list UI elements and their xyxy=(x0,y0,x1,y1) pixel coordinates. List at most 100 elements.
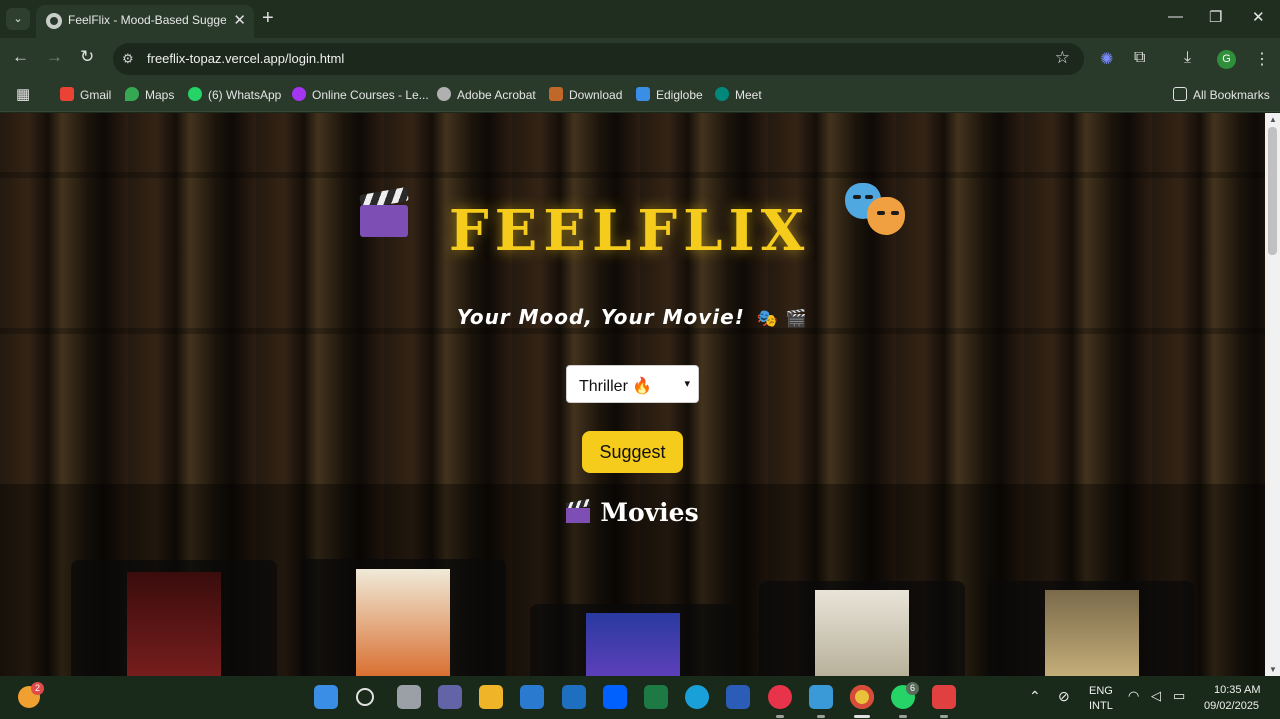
photos-icon[interactable] xyxy=(809,685,833,709)
bookmark-gmail[interactable]: Gmail xyxy=(60,87,111,102)
tagline-emoji-icons: 🎭 🎬 xyxy=(756,309,809,329)
bookmark-label: Online Courses - Le... xyxy=(312,88,429,102)
word-icon[interactable] xyxy=(726,685,750,709)
gmail-icon xyxy=(60,87,74,101)
wifi-icon[interactable]: ◠ xyxy=(1128,688,1139,704)
whatsapp-icon xyxy=(188,87,202,101)
keyboard-layout-indicator[interactable]: INTL xyxy=(1089,700,1113,712)
meet-icon xyxy=(715,87,729,101)
apps-grid-icon[interactable]: ▦ xyxy=(16,85,30,103)
forward-arrow-icon[interactable]: → xyxy=(46,47,63,67)
brand-title: FEELFLIX xyxy=(448,197,811,264)
suggest-button[interactable]: Suggest xyxy=(582,431,683,473)
all-bookmarks-label: All Bookmarks xyxy=(1193,88,1270,102)
teams-icon[interactable] xyxy=(438,685,462,709)
outlook-icon[interactable] xyxy=(562,685,586,709)
movie-card[interactable] xyxy=(530,604,736,676)
whatsapp-badge: 6 xyxy=(906,682,919,695)
movie-poster[interactable] xyxy=(815,590,909,676)
tab-close-icon[interactable]: ✕ xyxy=(233,11,246,29)
clock-time[interactable]: 10:35 AM xyxy=(1214,684,1260,696)
bookmark-label: Maps xyxy=(145,88,175,102)
extensions-puzzle-icon[interactable]: ⧉ xyxy=(1134,49,1145,67)
movie-poster[interactable] xyxy=(586,613,680,676)
url-text[interactable]: freeflix-topaz.vercel.app/login.html xyxy=(147,51,344,66)
bookmark-label: Ediglobe xyxy=(656,88,703,102)
tab-feelflix[interactable]: FeelFlix - Mood-Based Suggestions ✕ xyxy=(36,5,254,38)
browser-toolbar: ← → ↻ ⚙ freeflix-topaz.vercel.app/login.… xyxy=(0,38,1280,80)
genre-select-value: Thriller 🔥 xyxy=(579,378,653,395)
movie-poster[interactable] xyxy=(1045,590,1139,676)
page-scrollbar[interactable]: ▲ ▼ xyxy=(1265,113,1280,676)
movie-card[interactable] xyxy=(300,559,506,676)
volume-icon[interactable]: ◁ xyxy=(1151,688,1161,704)
profile-avatar[interactable]: G xyxy=(1217,50,1236,69)
media-player-icon[interactable] xyxy=(768,685,792,709)
bookmark-label: Meet xyxy=(735,88,762,102)
tab-search-chevron-icon[interactable]: ⌄ xyxy=(6,8,30,30)
movies-section: Movies xyxy=(0,484,1265,676)
scroll-down-arrow-icon[interactable]: ▼ xyxy=(1269,665,1277,674)
bookmark-download[interactable]: Download xyxy=(549,87,622,102)
clock-date[interactable]: 09/02/2025 xyxy=(1204,700,1259,712)
movie-card[interactable] xyxy=(71,560,277,676)
movies-heading-text: Movies xyxy=(600,498,699,527)
reload-icon[interactable]: ↻ xyxy=(80,47,94,67)
site-settings-icon[interactable]: ⚙ xyxy=(122,51,134,67)
close-window-button[interactable]: ✕ xyxy=(1252,8,1265,26)
tagline-text: Your Mood, Your Movie! xyxy=(456,305,745,329)
start-windows-icon[interactable] xyxy=(314,685,338,709)
movie-poster[interactable] xyxy=(356,569,450,676)
menu-kebab-icon[interactable]: ⋮ xyxy=(1254,49,1270,69)
network-off-icon[interactable]: ⊘ xyxy=(1058,688,1070,705)
bookmarks-bar: ▦ Gmail Maps (6) WhatsApp Online Courses… xyxy=(0,80,1280,112)
extension-gear-icon[interactable]: ✺ xyxy=(1100,49,1113,69)
movie-card[interactable] xyxy=(987,581,1194,676)
download-icon[interactable]: ⤓ xyxy=(1184,49,1191,67)
tab-strip: ⌄ FeelFlix - Mood-Based Suggestions ✕ + … xyxy=(0,0,1280,38)
folder-icon xyxy=(1173,87,1187,101)
bookmark-online-courses[interactable]: Online Courses - Le... xyxy=(292,87,429,102)
running-indicator xyxy=(817,715,825,718)
chrome-icon[interactable] xyxy=(850,685,874,709)
microsoft-store-icon[interactable] xyxy=(520,685,544,709)
maximize-button[interactable]: ❐ xyxy=(1209,8,1222,26)
battery-icon[interactable]: ▭ xyxy=(1173,688,1185,704)
bookmark-ediglobe[interactable]: Ediglobe xyxy=(636,87,703,102)
edge-icon[interactable] xyxy=(685,685,709,709)
running-indicator xyxy=(940,715,948,718)
bookmark-meet[interactable]: Meet xyxy=(715,87,762,102)
scroll-up-arrow-icon[interactable]: ▲ xyxy=(1269,115,1277,124)
scroll-thumb[interactable] xyxy=(1268,127,1277,255)
snipping-tool-icon[interactable] xyxy=(932,685,956,709)
maps-pin-icon xyxy=(125,87,139,101)
new-tab-button[interactable]: + xyxy=(262,7,274,30)
page-viewport: FEELFLIX Your Mood, Your Movie! 🎭 🎬 Thri… xyxy=(0,113,1265,676)
clapperboard-icon xyxy=(565,498,591,523)
all-bookmarks-button[interactable]: All Bookmarks xyxy=(1173,87,1270,102)
udemy-icon xyxy=(292,87,306,101)
search-icon[interactable] xyxy=(356,688,374,706)
excel-icon[interactable] xyxy=(644,685,668,709)
movie-card[interactable] xyxy=(759,581,965,676)
bookmark-maps[interactable]: Maps xyxy=(125,87,174,102)
tab-title: FeelFlix - Mood-Based Suggestions xyxy=(68,13,226,27)
back-arrow-icon[interactable]: ← xyxy=(12,47,29,67)
task-view-icon[interactable] xyxy=(397,685,421,709)
movie-poster[interactable] xyxy=(127,572,221,676)
movies-heading: Movies xyxy=(0,498,1265,527)
tray-chevron-up-icon[interactable]: ⌃ xyxy=(1029,688,1041,705)
bookmark-adobe-acrobat[interactable]: Adobe Acrobat xyxy=(437,87,536,102)
bookmark-label: Gmail xyxy=(80,88,112,102)
bookmark-whatsapp[interactable]: (6) WhatsApp xyxy=(188,87,281,102)
ediglobe-icon xyxy=(636,87,650,101)
brand-header: FEELFLIX xyxy=(0,179,1265,264)
address-bar[interactable]: ⚙ freeflix-topaz.vercel.app/login.html ☆ xyxy=(113,43,1084,75)
dropbox-icon[interactable] xyxy=(603,685,627,709)
bookmark-star-icon[interactable]: ☆ xyxy=(1055,48,1070,68)
genre-select[interactable]: Thriller 🔥 ▾ xyxy=(566,365,699,403)
file-explorer-icon[interactable] xyxy=(479,685,503,709)
minimize-button[interactable]: — xyxy=(1168,8,1183,25)
language-indicator[interactable]: ENG xyxy=(1089,685,1113,697)
running-indicator xyxy=(776,715,784,718)
